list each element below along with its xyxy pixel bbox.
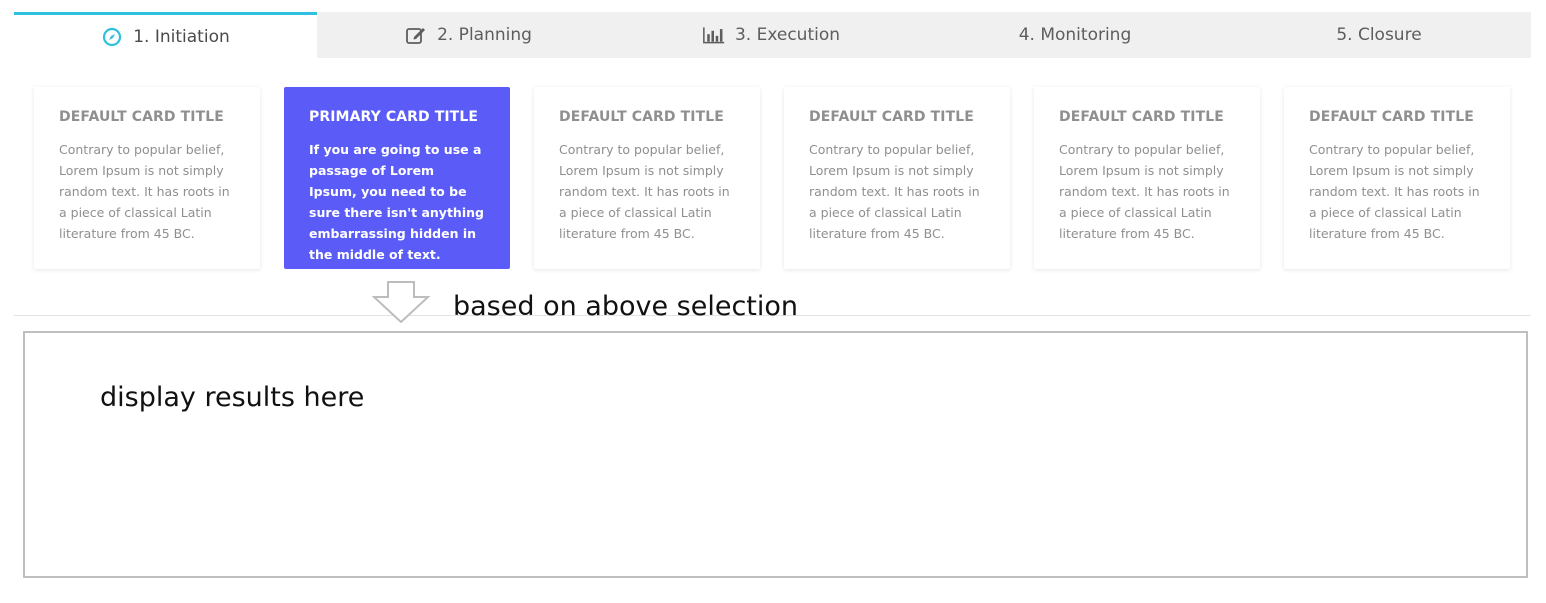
- down-arrow-icon: [371, 281, 431, 324]
- edit-icon: [405, 24, 427, 46]
- card-default-3[interactable]: DEFAULT CARD TITLE Contrary to popular b…: [784, 87, 1010, 269]
- step-tabs: 1. Initiation 2. Planning 3. Execution 4…: [14, 12, 1531, 58]
- card-text: If you are going to use a passage of Lor…: [309, 142, 484, 262]
- tab-monitoring[interactable]: 4. Monitoring: [923, 12, 1227, 58]
- card-default-4[interactable]: DEFAULT CARD TITLE Contrary to popular b…: [1034, 87, 1260, 269]
- card-text: Contrary to popular belief, Lorem Ipsum …: [1309, 142, 1480, 241]
- card-text: Contrary to popular belief, Lorem Ipsum …: [1059, 142, 1230, 241]
- card-text: Contrary to popular belief, Lorem Ipsum …: [809, 142, 980, 241]
- card-title: DEFAULT CARD TITLE: [1059, 109, 1224, 125]
- card-primary[interactable]: PRIMARY CARD TITLE If you are going to u…: [284, 87, 510, 269]
- card-title: DEFAULT CARD TITLE: [809, 109, 974, 125]
- card-title: PRIMARY CARD TITLE: [309, 109, 479, 125]
- card-text: Contrary to popular belief, Lorem Ipsum …: [59, 142, 230, 241]
- tab-label: 1. Initiation: [133, 26, 230, 47]
- card-text: Contrary to popular belief, Lorem Ipsum …: [559, 142, 730, 241]
- card-title: DEFAULT CARD TITLE: [59, 109, 224, 125]
- card-default-1[interactable]: DEFAULT CARD TITLE Contrary to popular b…: [34, 87, 260, 269]
- card-default-5[interactable]: DEFAULT CARD TITLE Contrary to popular b…: [1284, 87, 1510, 269]
- tab-label: 3. Execution: [734, 25, 841, 45]
- results-panel: display results here: [23, 331, 1528, 578]
- tab-label: 5. Closure: [1336, 25, 1422, 45]
- tab-planning[interactable]: 2. Planning: [317, 12, 620, 58]
- tab-initiation[interactable]: 1. Initiation: [14, 12, 317, 58]
- tab-label: 2. Planning: [437, 25, 532, 45]
- tab-execution[interactable]: 3. Execution: [620, 12, 923, 58]
- compass-icon: [101, 26, 123, 48]
- tab-closure[interactable]: 5. Closure: [1227, 12, 1531, 58]
- selection-note: based on above selection: [453, 291, 799, 322]
- card-title: DEFAULT CARD TITLE: [1309, 109, 1474, 125]
- bar-chart-icon: [703, 24, 725, 46]
- card-default-2[interactable]: DEFAULT CARD TITLE Contrary to popular b…: [534, 87, 760, 269]
- card-row: DEFAULT CARD TITLE Contrary to popular b…: [34, 87, 1510, 269]
- card-title: DEFAULT CARD TITLE: [559, 109, 724, 125]
- results-placeholder: display results here: [100, 382, 365, 413]
- tab-label: 4. Monitoring: [1018, 25, 1132, 45]
